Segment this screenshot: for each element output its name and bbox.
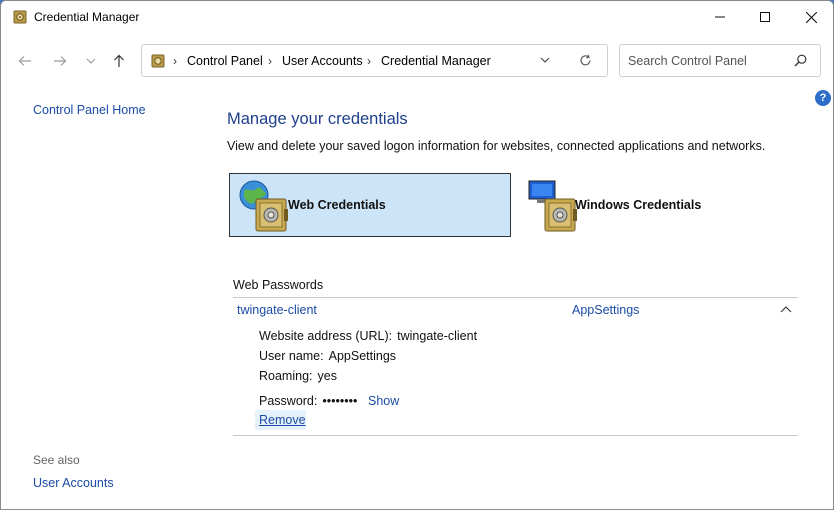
- search-input[interactable]: [628, 51, 788, 71]
- divider: [233, 297, 798, 298]
- title-bar: Credential Manager: [1, 1, 833, 33]
- up-icon: [114, 54, 124, 67]
- web-vault-icon: [239, 180, 288, 232]
- username-label: User name:: [259, 349, 324, 363]
- chevron-up-icon[interactable]: [780, 305, 792, 313]
- web-credentials-label: Web Credentials: [288, 198, 386, 212]
- up-button[interactable]: [108, 50, 130, 72]
- breadcrumb-user-accounts[interactable]: User Accounts: [282, 54, 363, 68]
- password-value: ••••••••: [322, 394, 358, 408]
- minimize-icon: [715, 16, 725, 18]
- recent-dropdown-icon: [86, 58, 96, 64]
- chevron-right-icon: ›: [367, 54, 371, 68]
- page-description: View and delete your saved logon informa…: [227, 139, 766, 153]
- credential-entry-user[interactable]: AppSettings: [572, 303, 639, 317]
- roaming-label: Roaming:: [259, 369, 313, 383]
- remove-button[interactable]: Remove: [255, 410, 306, 430]
- password-label: Password:: [259, 394, 318, 408]
- username-value: AppSettings: [328, 349, 397, 363]
- forward-button[interactable]: [49, 50, 71, 72]
- minimize-button[interactable]: [697, 1, 743, 33]
- windows-credentials-tile[interactable]: Windows Credentials: [521, 173, 781, 237]
- breadcrumb-control-panel[interactable]: Control Panel: [187, 54, 263, 68]
- windows-credentials-label: Windows Credentials: [575, 198, 702, 212]
- window-title: Credential Manager: [34, 10, 140, 24]
- windows-vault-icon: [528, 180, 577, 232]
- navigation-bar: › Control Panel › User Accounts › Creden…: [1, 33, 833, 88]
- back-icon: [18, 56, 31, 66]
- remove-label: Remove: [259, 413, 306, 427]
- password-field: Password: ••••••••: [259, 394, 357, 408]
- credential-manager-window: Credential Manager › Control Panel › Use…: [0, 0, 834, 510]
- web-passwords-heading: Web Passwords: [233, 278, 324, 292]
- url-value: twingate-client: [397, 329, 478, 343]
- control-panel-icon: [151, 54, 165, 68]
- recent-locations-button[interactable]: [80, 50, 102, 72]
- left-nav: Control Panel Home: [33, 103, 146, 117]
- roaming-value: yes: [317, 369, 337, 383]
- credential-manager-icon: [13, 10, 27, 24]
- address-bar[interactable]: › Control Panel › User Accounts › Creden…: [141, 44, 608, 77]
- chevron-right-icon: ›: [268, 54, 272, 68]
- show-password-link[interactable]: Show: [368, 394, 399, 408]
- refresh-icon[interactable]: [579, 54, 592, 67]
- breadcrumb-credential-manager[interactable]: Credential Manager: [381, 54, 491, 68]
- close-button[interactable]: [788, 1, 833, 33]
- back-button[interactable]: [14, 50, 36, 72]
- web-credentials-tile[interactable]: Web Credentials: [229, 173, 511, 237]
- user-accounts-link[interactable]: User Accounts: [33, 476, 114, 490]
- maximize-icon: [760, 12, 770, 22]
- chevron-right-icon: ›: [173, 54, 177, 68]
- forward-icon: [54, 56, 67, 66]
- url-label: Website address (URL):: [259, 329, 393, 343]
- page-title: Manage your credentials: [227, 110, 408, 128]
- url-field: Website address (URL): twingate-client: [259, 329, 477, 343]
- roaming-field: Roaming: yes: [259, 369, 337, 383]
- close-icon: [805, 11, 817, 23]
- credential-entry-name[interactable]: twingate-client: [237, 303, 317, 317]
- see-also-heading: See also: [33, 453, 80, 467]
- search-icon[interactable]: [794, 54, 807, 67]
- divider: [233, 435, 798, 436]
- help-icon[interactable]: ?: [815, 90, 831, 106]
- address-dropdown-icon[interactable]: [540, 55, 550, 65]
- search-box: [619, 44, 821, 77]
- maximize-button[interactable]: [742, 1, 788, 33]
- control-panel-home-link[interactable]: Control Panel Home: [33, 103, 146, 117]
- username-field: User name: AppSettings: [259, 349, 396, 363]
